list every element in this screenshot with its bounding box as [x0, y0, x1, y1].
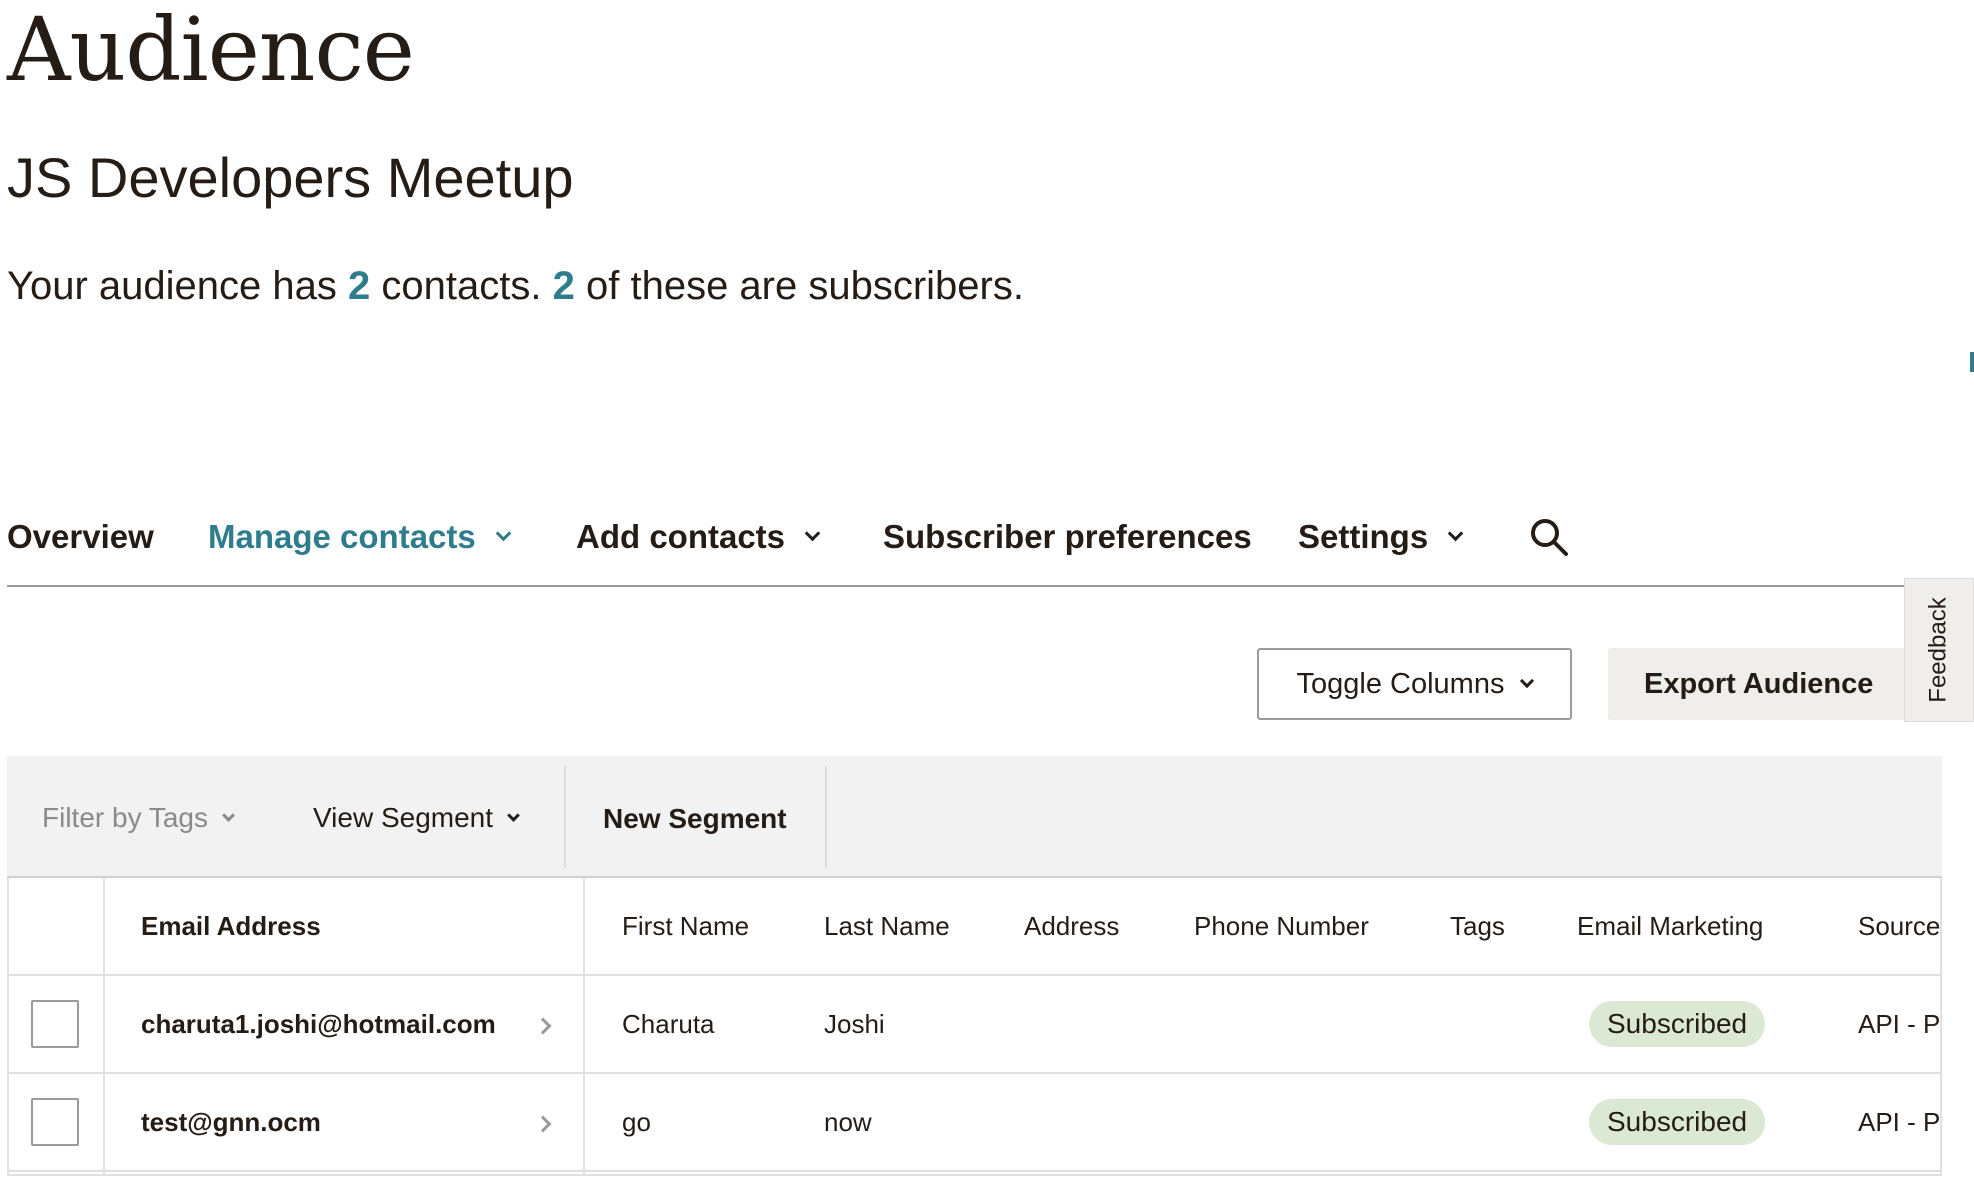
column-header-phone-number[interactable]: Phone Number	[1194, 878, 1369, 974]
contact-email-link[interactable]: charuta1.joshi@hotmail.com	[141, 976, 496, 1072]
subscribers-count: 2	[552, 264, 575, 308]
contact-email-link[interactable]: test@gnn.ocm	[141, 1074, 321, 1170]
search-icon	[1531, 519, 1568, 556]
row-select-checkbox[interactable]	[31, 1098, 79, 1146]
row-select-checkbox[interactable]	[31, 1000, 79, 1048]
table-header-row: Email Address First Name Last Name Addre…	[9, 878, 1940, 976]
column-header-address[interactable]: Address	[1024, 878, 1119, 974]
source-cell: API - Po	[1858, 1008, 1941, 1039]
feedback-label: Feedback	[1925, 597, 1952, 703]
nav-manage-contacts[interactable]: Manage contacts	[208, 518, 512, 556]
column-header-last-name[interactable]: Last Name	[824, 878, 950, 974]
toggle-columns-label: Toggle Columns	[1296, 667, 1505, 700]
contacts-count: 2	[348, 264, 371, 308]
table-row: test@gnn.ocm go now Subscribed API - Po	[9, 1074, 1941, 1172]
status-badge: Subscribed	[1589, 1001, 1766, 1047]
page-title: Audience	[7, 0, 415, 101]
nav-overview-label: Overview	[7, 518, 154, 555]
chevron-down-icon	[1447, 525, 1464, 541]
summary-suffix: of these are subscribers.	[585, 264, 1024, 308]
summary-prefix: Your audience has	[7, 264, 337, 308]
view-segment-label: View Segment	[313, 802, 494, 833]
nav-settings[interactable]: Settings	[1298, 518, 1464, 556]
last-name-cell: now	[824, 1106, 872, 1137]
nav-overview[interactable]: Overview	[7, 518, 154, 556]
chevron-down-icon	[804, 525, 821, 541]
segment-filter-bar: Filter by Tags View Segment New Segment	[7, 756, 1942, 878]
nav-add-contacts-label: Add contacts	[576, 518, 786, 555]
nav-manage-contacts-label: Manage contacts	[208, 518, 476, 555]
view-segment-dropdown[interactable]: View Segment	[313, 802, 520, 834]
column-header-first-name[interactable]: First Name	[622, 878, 749, 974]
chevron-down-icon	[222, 808, 235, 822]
column-header-email[interactable]: Email Address	[141, 878, 321, 974]
toggle-columns-button[interactable]: Toggle Columns	[1257, 648, 1572, 720]
last-name-cell: Joshi	[824, 1008, 885, 1039]
table-row: charuta1.joshi@hotmail.com Charuta Joshi…	[9, 976, 1941, 1074]
nav-settings-label: Settings	[1298, 518, 1429, 555]
filter-divider	[564, 766, 566, 868]
audience-nav: Overview Manage contacts Add contacts Su…	[7, 508, 1905, 587]
chevron-down-icon	[495, 525, 512, 541]
export-audience-button[interactable]: Export Audience	[1608, 648, 1908, 720]
export-audience-label: Export Audience	[1644, 667, 1874, 700]
feedback-tab[interactable]: Feedback	[1904, 578, 1974, 722]
first-name-cell: go	[622, 1106, 651, 1137]
contacts-table: Email Address First Name Last Name Addre…	[7, 878, 1942, 1176]
column-header-email-marketing[interactable]: Email Marketing	[1577, 878, 1763, 974]
summary-middle: contacts.	[381, 264, 542, 308]
search-button[interactable]	[1528, 516, 1570, 558]
column-header-tags[interactable]: Tags	[1450, 878, 1505, 974]
chevron-down-icon	[1520, 673, 1535, 689]
chevron-down-icon	[507, 808, 520, 822]
filter-by-tags-label: Filter by Tags	[42, 802, 208, 833]
nav-subscriber-preferences[interactable]: Subscriber preferences	[883, 518, 1252, 556]
edge-marker	[1970, 352, 1974, 372]
audience-summary: Your audience has 2 contacts. 2 of these…	[7, 260, 1024, 312]
column-header-source[interactable]: Source	[1858, 878, 1940, 974]
status-badge: Subscribed	[1589, 1099, 1766, 1145]
first-name-cell: Charuta	[622, 1008, 715, 1039]
audience-name: JS Developers Meetup	[7, 146, 574, 209]
source-cell: API - Po	[1858, 1106, 1941, 1137]
filter-by-tags-dropdown[interactable]: Filter by Tags	[42, 802, 235, 834]
chevron-right-icon[interactable]	[534, 1017, 552, 1035]
nav-subscriber-preferences-label: Subscriber preferences	[883, 518, 1252, 555]
filter-divider	[825, 766, 827, 868]
new-segment-button[interactable]: New Segment	[603, 803, 787, 835]
chevron-right-icon[interactable]	[534, 1115, 552, 1133]
nav-add-contacts[interactable]: Add contacts	[576, 518, 821, 556]
